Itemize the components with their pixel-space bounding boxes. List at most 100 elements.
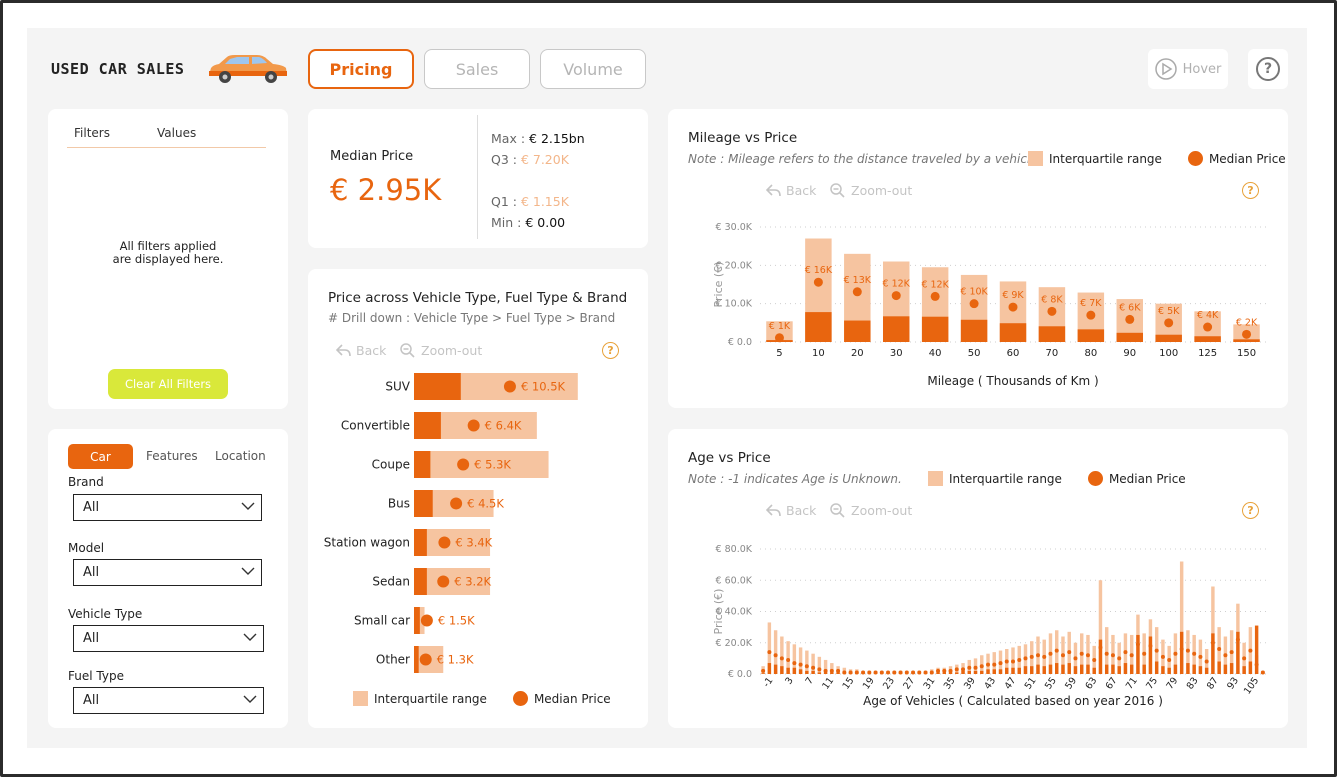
lower-quartile-bar: [1194, 336, 1221, 342]
lower-quartile-bar: [414, 490, 433, 517]
median-dot: [438, 536, 451, 549]
median-label: € 12K: [921, 279, 949, 290]
median-label: € 12K: [883, 279, 911, 290]
lower-quartile-bar: [1136, 634, 1140, 674]
brand-dropdown[interactable]: All: [73, 494, 262, 521]
median-label: € 6.4K: [485, 419, 522, 433]
median-dot: [1203, 322, 1213, 332]
legend-iqr-label: Interquartile range: [949, 471, 1062, 486]
zoom-out-icon: [400, 343, 415, 358]
lower-quartile-bar: [973, 670, 978, 674]
median-dot: [1117, 656, 1122, 661]
median-dot: [419, 653, 432, 666]
x-tick-label: 90: [1123, 348, 1136, 359]
median-dot: [817, 667, 822, 672]
x-tick-label: 60: [1007, 348, 1020, 359]
tab-location[interactable]: Location: [215, 449, 266, 463]
chart-help-icon[interactable]: ?: [1242, 182, 1259, 199]
min-label: Min :: [491, 215, 526, 230]
median-dot: [1060, 653, 1065, 658]
vehicle-type-dropdown[interactable]: All: [73, 625, 264, 652]
zoom-out-button[interactable]: Zoom-out: [830, 503, 912, 518]
back-arrow-icon: [766, 184, 781, 197]
age-bar-chart: € 0.0€ 20.0K€ 40.0K€ 60.0K€ 80.0KPrice (…: [712, 544, 1266, 708]
back-button[interactable]: Back: [766, 503, 816, 518]
x-tick-label: 51: [1023, 675, 1039, 691]
back-button[interactable]: Back: [766, 183, 816, 198]
median-label: € 4K: [1197, 310, 1219, 321]
q1-label: Q1 :: [491, 194, 521, 209]
median-swatch: [1187, 151, 1203, 166]
median-dot: [1248, 648, 1253, 653]
category-label: Convertible: [341, 419, 410, 433]
tab-features[interactable]: Features: [146, 449, 198, 463]
lower-quartile-bar: [967, 670, 971, 674]
lower-quartile-bar: [414, 373, 461, 400]
chart-help-icon[interactable]: ?: [1242, 502, 1259, 519]
clear-all-filters-button[interactable]: Clear All Filters: [108, 369, 228, 399]
lower-quartile-bar: [1217, 661, 1221, 674]
median-dot: [1029, 654, 1034, 659]
y-axis-label: Price (€): [712, 262, 725, 308]
lower-quartile-bar: [1233, 339, 1260, 342]
iqr-swatch: [1028, 151, 1043, 166]
median-dot: [1198, 654, 1203, 659]
lower-quartile-bar: [805, 670, 809, 674]
lower-quartile-bar: [761, 673, 765, 674]
help-button[interactable]: ?: [1248, 49, 1288, 89]
lower-quartile-bar: [1129, 664, 1134, 674]
kpi-max: Max : € 2.15bn: [491, 131, 585, 146]
x-tick-label: 80: [1084, 348, 1097, 359]
median-dot: [973, 665, 978, 670]
x-tick-label: 30: [890, 348, 903, 359]
fuel-type-label: Fuel Type: [68, 669, 124, 683]
back-button[interactable]: Back: [336, 343, 386, 358]
category-label: Small car: [354, 614, 410, 628]
median-dot: [1035, 653, 1040, 658]
vehicle-type-chart-subtitle: # Drill down : Vehicle Type > Fuel Type …: [328, 311, 616, 325]
nav-volume-button[interactable]: Volume: [540, 49, 646, 89]
lower-quartile-bar: [1073, 666, 1078, 674]
median-dot: [1142, 651, 1147, 656]
median-dot: [773, 653, 778, 658]
median-dot: [923, 670, 928, 675]
median-dot: [420, 614, 433, 627]
tab-car[interactable]: Car: [68, 444, 133, 469]
model-dropdown[interactable]: All: [73, 559, 262, 586]
median-dot: [873, 670, 878, 675]
median-dot: [867, 670, 872, 675]
median-dot: [852, 287, 862, 297]
nav-sales-button[interactable]: Sales: [424, 49, 530, 89]
filters-panel: Filters Values All filters applied are d…: [48, 109, 288, 409]
y-tick-label: € 20.0K: [716, 638, 753, 649]
median-dot: [1086, 310, 1096, 320]
x-tick-label: 93: [1225, 675, 1241, 691]
median-label: € 4.5K: [467, 497, 504, 511]
lower-quartile-bar: [414, 568, 427, 595]
median-dot: [1204, 659, 1209, 664]
median-dot: [1079, 651, 1084, 656]
chart-help-icon[interactable]: ?: [602, 342, 619, 359]
median-dot: [961, 667, 966, 672]
median-dot: [854, 670, 859, 675]
median-dot: [503, 380, 516, 393]
x-tick-label: 83: [1185, 675, 1201, 691]
median-label: € 2K: [1236, 317, 1258, 328]
age-chart-note: Note : -1 indicates Age is Unknown.: [688, 472, 902, 486]
lower-quartile-bar: [961, 670, 965, 674]
lower-quartile-bar: [1092, 667, 1096, 674]
zoom-out-button[interactable]: Zoom-out: [830, 183, 912, 198]
lower-quartile-bar: [786, 667, 790, 674]
median-dot: [792, 661, 797, 666]
lower-quartile-bar: [1123, 663, 1128, 674]
legend-median-label: Median Price: [1108, 471, 1186, 486]
vehicle-type-chart-card: Price across Vehicle Type, Fuel Type & B…: [308, 269, 648, 728]
hover-toggle-button[interactable]: Hover: [1148, 49, 1228, 89]
fuel-type-dropdown[interactable]: All: [73, 687, 264, 714]
median-dot: [437, 575, 450, 588]
nav-pricing-button[interactable]: Pricing: [308, 49, 414, 89]
chevron-down-icon: [243, 633, 257, 641]
median-label: € 6K: [1119, 302, 1141, 313]
zoom-out-button[interactable]: Zoom-out: [400, 343, 482, 358]
zoom-out-icon: [830, 503, 845, 518]
